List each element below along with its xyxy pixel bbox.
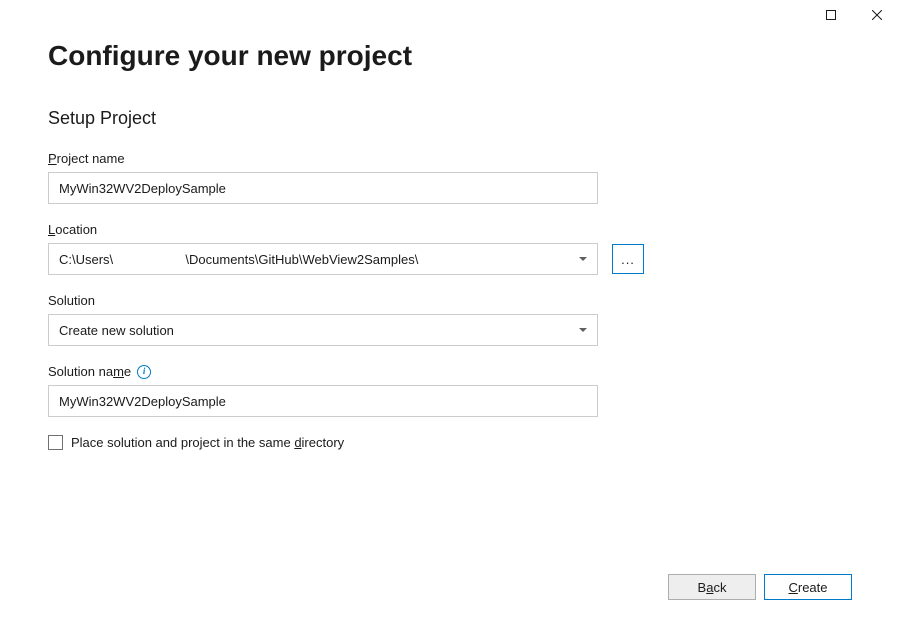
browse-button[interactable]: ... [612,244,644,274]
page-subtitle: Setup Project [48,108,852,129]
solution-combo[interactable]: Create new solution [48,314,598,346]
location-combo[interactable]: C:\Users\ \Documents\GitHub\WebView2Samp… [48,243,598,275]
window-controls [808,0,900,30]
info-icon[interactable]: i [137,365,151,379]
location-label: Location [48,222,852,237]
same-directory-checkbox[interactable] [48,435,63,450]
maximize-icon [826,10,836,20]
page-title: Configure your new project [48,40,852,72]
location-field: Location C:\Users\ \Documents\GitHub\Web… [48,222,852,275]
maximize-button[interactable] [808,0,854,30]
solution-label: Solution [48,293,852,308]
close-button[interactable] [854,0,900,30]
chevron-down-icon [579,257,587,261]
location-row: C:\Users\ \Documents\GitHub\WebView2Samp… [48,243,852,275]
project-name-input[interactable] [48,172,598,204]
back-button[interactable]: Back [668,574,756,600]
same-directory-label: Place solution and project in the same d… [71,435,344,450]
create-button[interactable]: Create [764,574,852,600]
solution-name-input[interactable] [48,385,598,417]
location-value: C:\Users\ \Documents\GitHub\WebView2Samp… [59,252,418,267]
dialog-content: Configure your new project Setup Project… [0,0,900,450]
close-icon [872,10,882,20]
solution-value: Create new solution [59,323,174,338]
dialog-footer: Back Create [668,574,852,600]
project-name-label: Project name [48,151,852,166]
solution-name-label: Solution name i [48,364,852,379]
solution-name-field: Solution name i [48,364,852,417]
project-name-field: Project name [48,151,852,204]
chevron-down-icon [579,328,587,332]
solution-field: Solution Create new solution [48,293,852,346]
same-directory-row[interactable]: Place solution and project in the same d… [48,435,852,450]
